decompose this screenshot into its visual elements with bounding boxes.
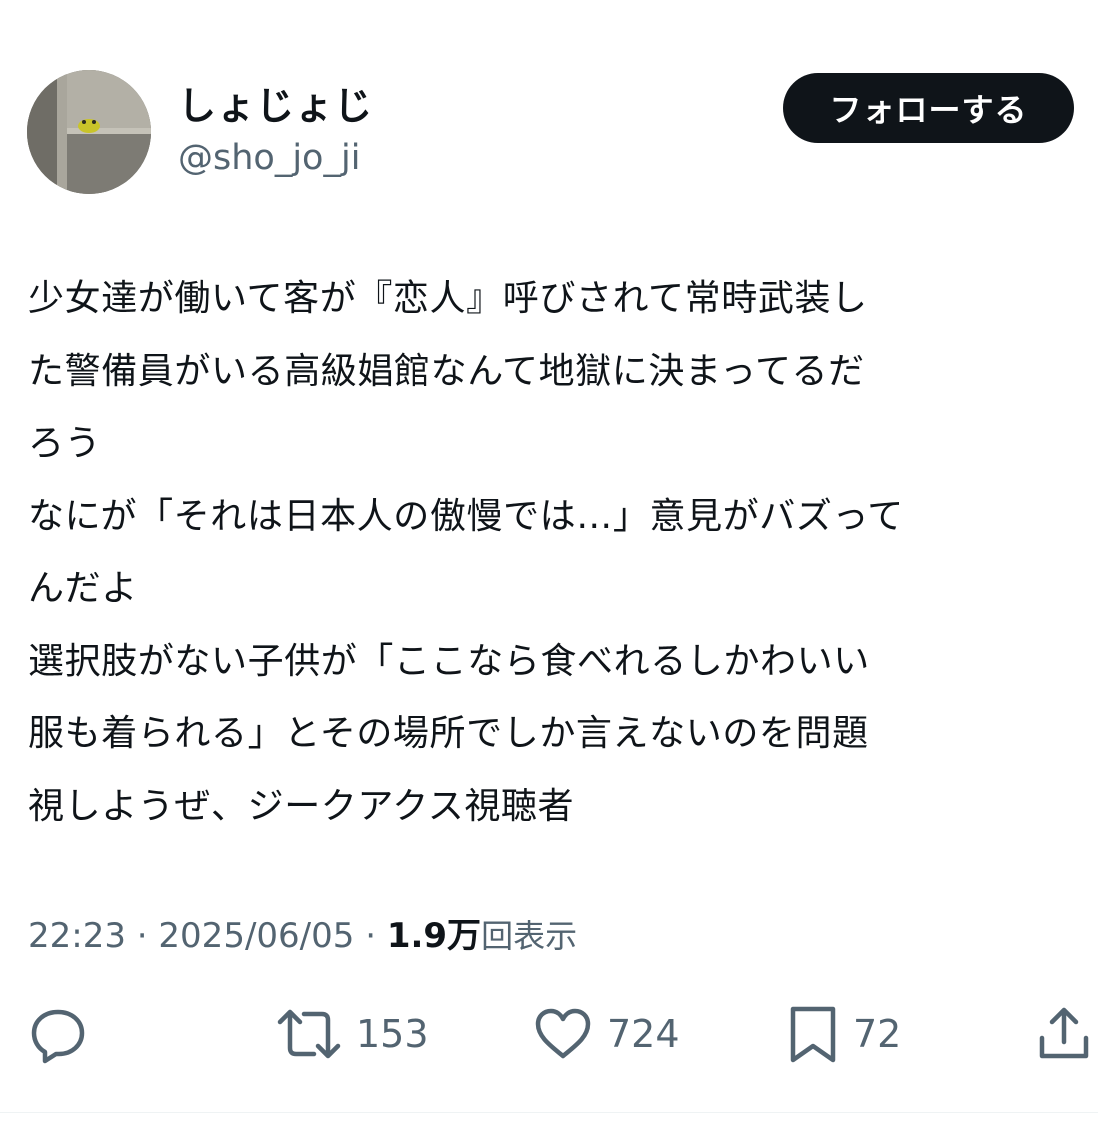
share-icon [1039, 1007, 1089, 1059]
tweet-meta: 22:23 · 2025/06/05 · 1.9万回表示 [28, 912, 577, 960]
share-button[interactable] [1036, 1004, 1092, 1064]
bookmark-button[interactable]: 72 [787, 1004, 901, 1064]
tweet-line: 選択肢がない子供が「ここなら食べれるしかわいい [28, 640, 870, 682]
tweet-line: 視しようぜ、ジークアクス視聴者 [28, 785, 575, 827]
like-button[interactable]: 724 [533, 1004, 680, 1064]
tweet-line: 少女達が働いて客が『恋人』呼びされて常時武装し [28, 278, 868, 319]
tweet-time[interactable]: 22:23 [28, 916, 126, 956]
tweet-line: なにが「それは日本人の傲慢では…」意見がバズって [28, 495, 904, 537]
reply-icon [31, 1009, 85, 1064]
views-count[interactable]: 1.9万 [387, 916, 481, 956]
tweet-line: た警備員がいる高級娼館なんて地獄に決まってるだ [28, 350, 865, 392]
views-label: 回表示 [481, 917, 578, 955]
meta-separator: · [354, 916, 387, 956]
retweet-button[interactable]: 153 [276, 1004, 429, 1064]
avatar[interactable] [27, 70, 151, 194]
avatar-frog-image [27, 70, 151, 194]
follow-button[interactable]: フォローする [783, 73, 1074, 143]
reply-button[interactable] [28, 1004, 88, 1064]
user-handle[interactable]: @sho_jo_ji [178, 134, 360, 182]
meta-separator: · [125, 916, 159, 956]
bookmark-icon [790, 1006, 836, 1063]
bookmark-count: 72 [853, 1012, 902, 1056]
divider [0, 1112, 1098, 1113]
tweet-line: んだよ [28, 568, 138, 609]
tweet-date[interactable]: 2025/06/05 [158, 916, 354, 956]
like-count: 724 [607, 1012, 680, 1056]
retweet-count: 153 [356, 1012, 429, 1056]
heart-icon [535, 1008, 591, 1059]
retweet-icon [277, 1009, 341, 1059]
tweet-line: 服も着られる」とその場所でしか言えないのを問題 [28, 713, 869, 754]
display-name[interactable]: しょじょじ [178, 80, 373, 132]
tweet-text: 少女達が働いて客が『恋人』呼びされて常時武装し た警備員がいる高級娼館なんて地獄… [28, 263, 1096, 843]
tweet-line: ろう [28, 423, 102, 464]
